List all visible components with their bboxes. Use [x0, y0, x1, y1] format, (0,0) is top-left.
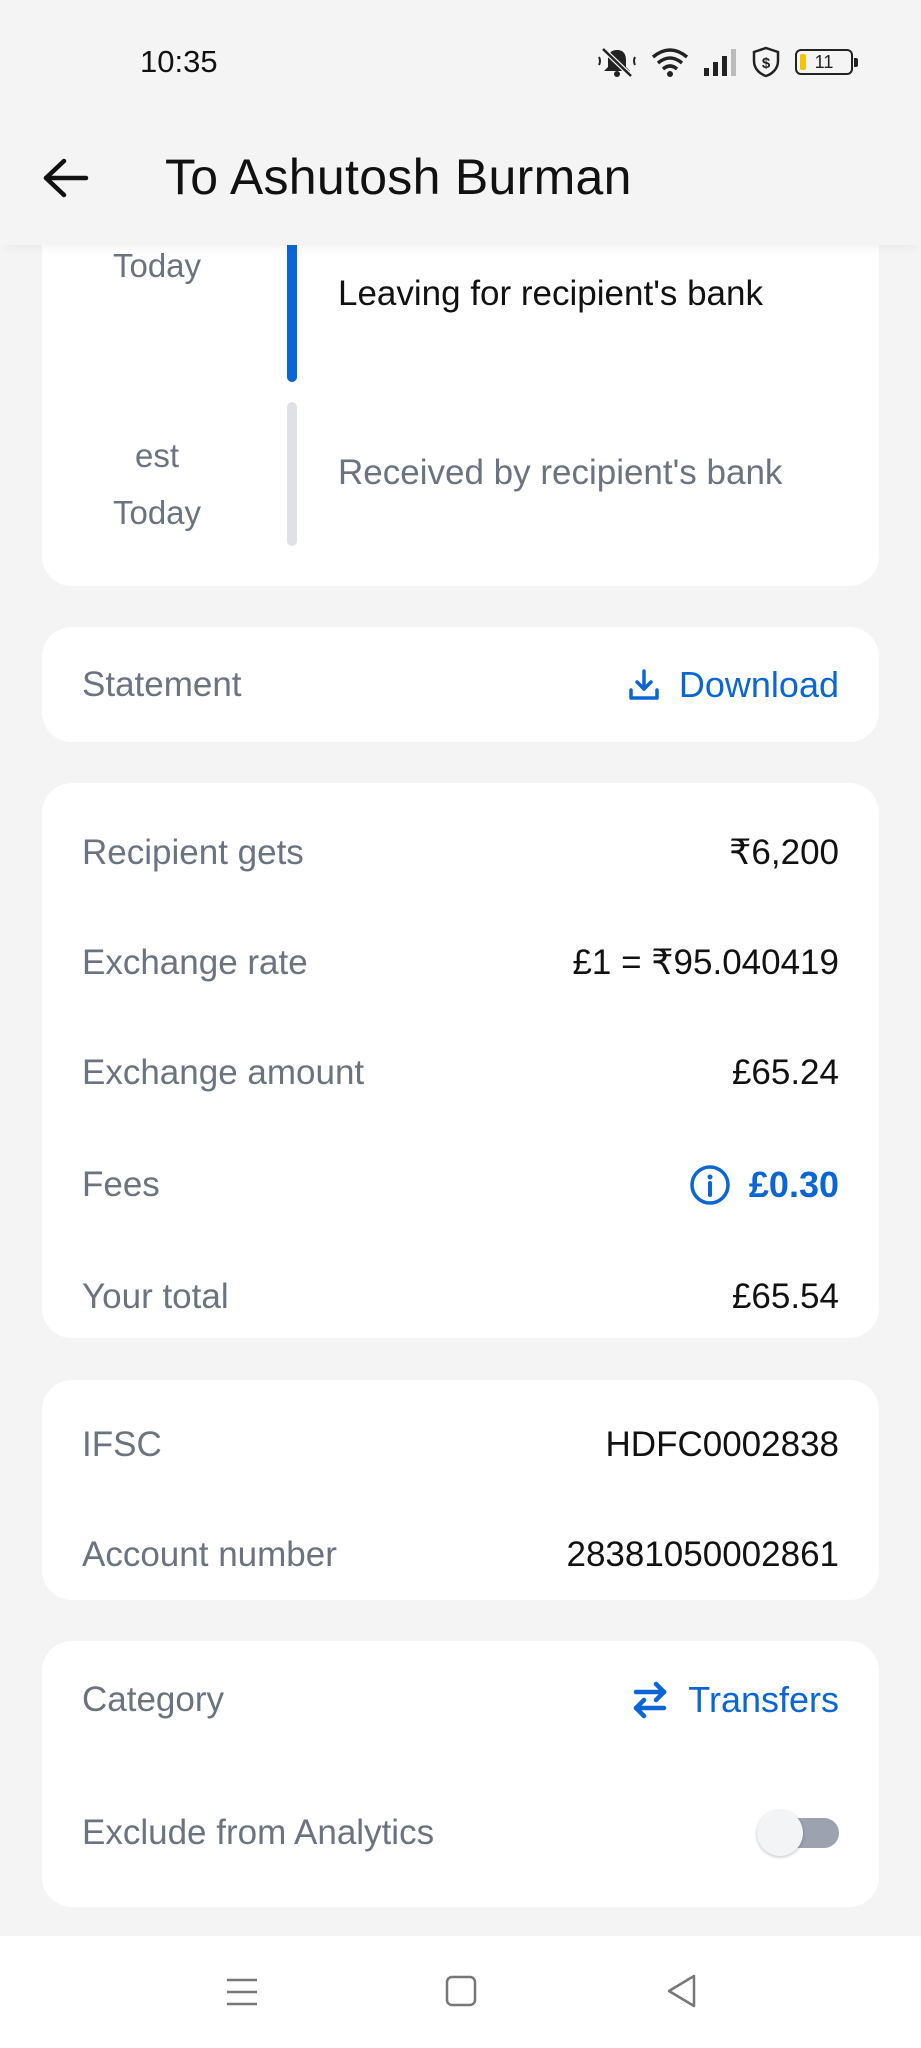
download-label: Download — [678, 663, 839, 705]
timeline-day: Today — [112, 494, 202, 531]
timeline-step-text: Received by recipient's bank — [338, 453, 783, 492]
exchange-amount-label: Exchange amount — [82, 1053, 365, 1092]
timeline-step-text: Leaving for recipient's bank — [338, 274, 763, 313]
ifsc-row: IFSC HDFC0002838 — [82, 1415, 839, 1475]
download-icon — [629, 668, 659, 700]
system-nav-bar — [0, 1936, 921, 2048]
svg-text:$: $ — [762, 55, 771, 72]
recipient-gets-value: ₹6,200 — [729, 833, 839, 872]
battery-level: 11 — [814, 51, 834, 72]
back-triangle-icon[interactable] — [664, 1972, 700, 2010]
account-number-row: Account number 28381050002861 — [82, 1525, 839, 1585]
recipient-gets-label: Recipient gets — [82, 833, 304, 872]
mute-icon — [598, 47, 636, 78]
exclude-analytics-label: Exclude from Analytics — [82, 1813, 435, 1852]
ifsc-value: HDFC0002838 — [605, 1425, 839, 1464]
status-bar: 10:35 $ 11 — [0, 0, 921, 120]
signal-icon — [704, 49, 736, 76]
exchange-rate-row: Exchange rate £1 = ₹95.040419 — [82, 933, 839, 993]
exclude-analytics-row: Exclude from Analytics — [82, 1803, 839, 1863]
exchange-amount-value: £65.24 — [731, 1053, 839, 1092]
download-button[interactable]: Download — [627, 664, 839, 706]
timeline-day: Today — [112, 247, 202, 284]
category-label: Category — [82, 1680, 225, 1719]
fees-label: Fees — [82, 1165, 160, 1204]
total-label: Your total — [82, 1277, 229, 1316]
exchange-rate-value: £1 = ₹95.040419 — [572, 943, 839, 982]
info-icon — [690, 1165, 730, 1205]
wifi-icon — [651, 48, 689, 77]
menu-icon[interactable] — [224, 1974, 260, 2010]
fees-info-button[interactable]: £0.30 — [689, 1164, 839, 1206]
account-number-label: Account number — [82, 1535, 337, 1574]
bank-details-card: IFSC HDFC0002838 Account number 28381050… — [42, 1380, 879, 1600]
page-title: To Ashutosh Burman — [165, 149, 632, 205]
category-button[interactable]: Transfers — [630, 1679, 839, 1721]
statement-label: Statement — [82, 664, 242, 704]
exchange-amount-row: Exchange amount £65.24 — [82, 1043, 839, 1103]
transfer-timeline: est Today Leaving for recipient's bank e… — [42, 190, 879, 586]
category-value: Transfers — [688, 1679, 839, 1720]
total-row: Your total £65.54 — [82, 1267, 839, 1327]
fees-value: £0.30 — [748, 1164, 839, 1205]
ifsc-label: IFSC — [82, 1425, 162, 1464]
timeline-bar-pending — [287, 402, 297, 546]
battery-icon: 11 — [795, 49, 858, 75]
timeline-est: est — [134, 437, 180, 474]
status-time: 10:35 — [140, 44, 218, 79]
back-button[interactable] — [38, 150, 94, 206]
status-icons: $ 11 — [597, 44, 858, 80]
arrow-left-icon — [43, 158, 89, 198]
recipient-gets-row: Recipient gets ₹6,200 — [82, 823, 839, 883]
category-row: Category Transfers — [82, 1670, 839, 1730]
total-value: £65.54 — [731, 1277, 839, 1316]
exclude-analytics-toggle[interactable] — [757, 1810, 839, 1856]
transfer-arrows-icon — [634, 1681, 667, 1719]
transfer-summary-card: Recipient gets ₹6,200 Exchange rate £1 =… — [42, 783, 879, 1338]
statement-card: Statement Download — [42, 627, 879, 742]
vpn-shield-icon: $ — [752, 46, 780, 78]
account-number-value: 28381050002861 — [566, 1535, 839, 1574]
home-square-icon[interactable] — [444, 1973, 478, 2009]
category-card: Category Transfers Exclude from Analytic… — [42, 1641, 879, 1907]
fees-row: Fees £0.30 — [82, 1155, 839, 1215]
exchange-rate-label: Exchange rate — [82, 943, 308, 982]
app-header: To Ashutosh Burman — [0, 120, 921, 245]
